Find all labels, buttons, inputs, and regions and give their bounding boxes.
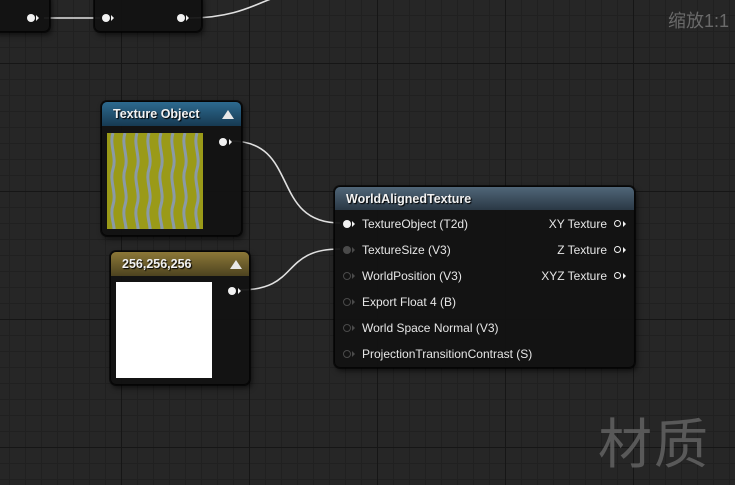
input-pin-projection-contrast[interactable] [343, 350, 351, 358]
node-title: WorldAlignedTexture [346, 192, 472, 206]
zoom-label: 缩放1:1 [667, 11, 729, 31]
pin-arrow [352, 221, 355, 227]
collapse-icon[interactable] [222, 110, 234, 119]
input-pin-world-position[interactable] [343, 272, 351, 280]
output-label: XY Texture [548, 217, 607, 231]
pin-arrow [352, 247, 355, 253]
top-node-left[interactable] [0, 0, 50, 32]
collapse-icon[interactable] [230, 260, 242, 269]
wire-texture-size [239, 248, 341, 291]
world-aligned-texture-node[interactable]: WorldAlignedTexture TextureObject (T2d) … [334, 186, 635, 368]
output-pin[interactable] [219, 138, 227, 146]
input-label: WorldPosition (V3) [362, 269, 462, 283]
pin-arrow [229, 139, 232, 145]
pin-arrow [36, 15, 39, 21]
pin-arrow [186, 15, 189, 21]
graph-watermark: 材质 [598, 413, 710, 476]
output-pin[interactable] [27, 14, 35, 22]
pin-arrow [352, 299, 355, 305]
input-label: TextureObject (T2d) [362, 217, 469, 231]
wire-texture-object [230, 140, 341, 224]
input-pin[interactable] [102, 14, 110, 22]
input-label: ProjectionTransitionContrast (S) [362, 347, 533, 361]
output-pin-xyz-texture[interactable] [614, 272, 621, 279]
pin-arrow [352, 273, 355, 279]
constant-node[interactable]: 256,256,256 [110, 251, 250, 385]
pin-arrow [111, 15, 114, 21]
texture-preview [107, 133, 203, 229]
pin-arrow [238, 288, 241, 294]
pin-arrow [623, 247, 626, 253]
pin-arrow [623, 273, 626, 279]
node-header[interactable]: WorldAlignedTexture [335, 187, 634, 210]
top-node-right[interactable] [94, 0, 202, 32]
output-label: XYZ Texture [541, 269, 607, 283]
output-pin[interactable] [228, 287, 236, 295]
input-pin-texture-size[interactable] [343, 246, 351, 254]
wire-top-out [189, 0, 271, 19]
output-pin-xy-texture[interactable] [614, 220, 621, 227]
pin-arrow [623, 221, 626, 227]
input-label: Export Float 4 (B) [362, 295, 457, 309]
pin-arrow [352, 351, 355, 357]
input-label: World Space Normal (V3) [362, 321, 499, 335]
pin-arrow [352, 325, 355, 331]
node-title: Texture Object [113, 107, 200, 121]
node-header[interactable]: Texture Object [102, 102, 241, 126]
node-title: 256,256,256 [122, 257, 192, 271]
input-pin-export-float4[interactable] [343, 298, 351, 306]
node-header[interactable]: 256,256,256 [111, 252, 249, 276]
input-pin-texture-object[interactable] [343, 220, 351, 228]
input-label: TextureSize (V3) [362, 243, 451, 257]
output-pin-z-texture[interactable] [614, 246, 621, 253]
texture-object-node[interactable]: Texture Object [101, 101, 242, 236]
output-label: Z Texture [557, 243, 607, 257]
output-pin[interactable] [177, 14, 185, 22]
input-pin-world-space-normal[interactable] [343, 324, 351, 332]
color-preview [116, 282, 212, 378]
